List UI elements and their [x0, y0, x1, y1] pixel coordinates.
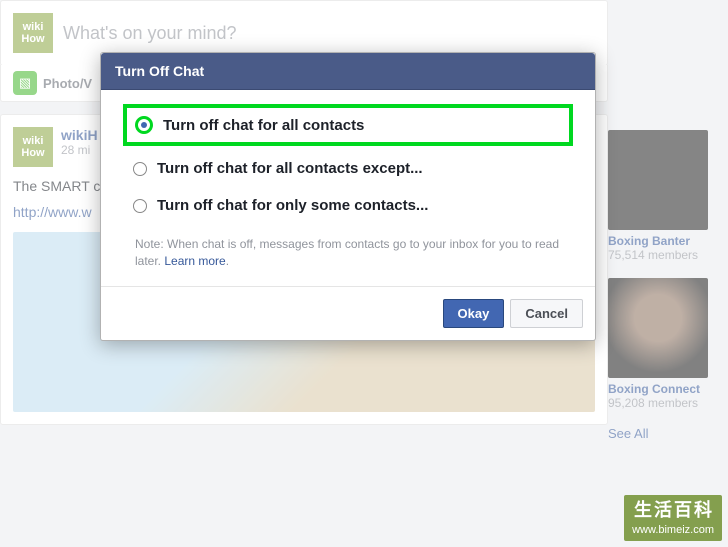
cancel-button[interactable]: Cancel [510, 299, 583, 328]
option-label: Turn off chat for all contacts [163, 117, 364, 134]
okay-button[interactable]: Okay [443, 299, 505, 328]
option-all-except[interactable]: Turn off chat for all contacts except... [127, 150, 569, 187]
radio-icon[interactable] [133, 199, 147, 213]
dialog-title: Turn Off Chat [101, 53, 595, 90]
option-all-contacts[interactable]: Turn off chat for all contacts [123, 104, 573, 146]
turn-off-chat-dialog: Turn Off Chat Turn off chat for all cont… [100, 52, 596, 341]
watermark: 生活百科 www.bimeiz.com [624, 495, 722, 541]
radio-icon[interactable] [133, 162, 147, 176]
option-label: Turn off chat for all contacts except... [157, 160, 423, 177]
option-only-some[interactable]: Turn off chat for only some contacts... [127, 187, 569, 224]
learn-more-link[interactable]: Learn more [164, 254, 225, 268]
radio-icon[interactable] [135, 116, 153, 134]
option-label: Turn off chat for only some contacts... [157, 197, 428, 214]
dialog-note: Note: When chat is off, messages from co… [127, 224, 569, 276]
